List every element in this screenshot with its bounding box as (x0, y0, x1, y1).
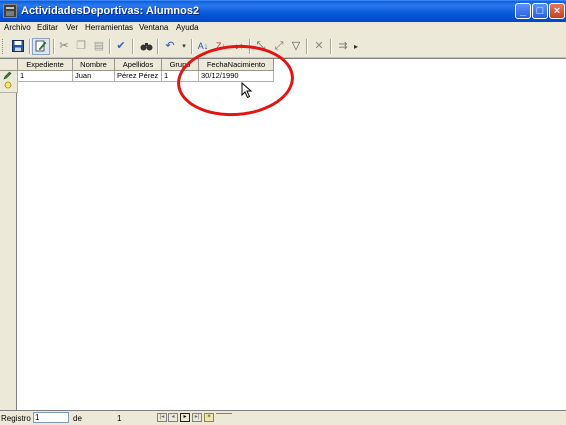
standard-filter-icon[interactable]: ⤢ (270, 38, 288, 55)
column-header-apellidos[interactable]: Apellidos (115, 59, 162, 71)
sort-icon[interactable]: ↓↑ (230, 38, 248, 55)
previous-record-button[interactable]: ◂ (168, 413, 178, 422)
mouse-cursor-icon (241, 82, 253, 99)
pencil-icon (3, 71, 12, 80)
menu-ayuda[interactable]: Ayuda (176, 23, 199, 32)
toolbar-overflow-icon[interactable]: ▸ (352, 38, 360, 55)
cut-icon[interactable]: ✂ (55, 38, 73, 55)
status-divider (216, 413, 232, 414)
column-header-expediente[interactable]: Expediente (18, 59, 73, 71)
data-to-text-icon[interactable]: ⇉ (334, 38, 352, 55)
record-number-input[interactable]: 1 (33, 412, 69, 423)
new-record-icon (4, 81, 12, 89)
copy-icon[interactable]: ❐ (72, 38, 90, 55)
next-record-button[interactable]: ▸ (180, 413, 190, 422)
row-header-column (0, 59, 17, 410)
toolbar-separator (109, 39, 111, 54)
table-cell-new[interactable] (162, 81, 199, 82)
edit-icon[interactable] (32, 38, 50, 55)
paste-icon[interactable]: ▤ (90, 38, 108, 55)
table-cell-new[interactable] (199, 81, 274, 82)
first-record-button[interactable]: |◂ (157, 413, 167, 422)
column-header-fechanacimiento[interactable]: FechaNacimiento (199, 59, 274, 71)
menu-archivo[interactable]: Archivo (4, 23, 31, 32)
toolbar-separator (29, 39, 31, 54)
find-icon[interactable] (137, 38, 155, 55)
sort-desc-icon[interactable]: Z↓ (212, 38, 230, 55)
status-bar: Registro 1 de 1 |◂ ◂ ▸ ▸| ✶ (0, 410, 566, 425)
autofilter-icon[interactable]: ⤡ (252, 38, 270, 55)
record-count: 1 (117, 414, 122, 423)
table-grid: Expediente Nombre Apellidos Grupo FechaN… (0, 58, 566, 410)
save-icon[interactable] (9, 38, 27, 55)
select-all-corner[interactable] (0, 59, 18, 71)
toolbar-separator (191, 39, 193, 54)
app-icon (3, 4, 17, 18)
menu-ventana[interactable]: Ventana (139, 23, 168, 32)
remove-filter-icon[interactable]: ✕ (310, 38, 328, 55)
spellcheck-icon[interactable]: ✔ (112, 38, 130, 55)
row-header-new[interactable] (0, 81, 18, 93)
minimize-button[interactable]: _ (515, 3, 531, 19)
maximize-button[interactable]: □ (532, 3, 548, 19)
toolbar-separator (132, 39, 134, 54)
registro-label: Registro (1, 414, 31, 423)
table-cell-new[interactable] (73, 81, 115, 82)
title-bar: ActividadesDeportivas: Alumnos2 _ □ × (0, 0, 566, 22)
column-header-grupo[interactable]: Grupo (162, 59, 199, 71)
new-record-button[interactable]: ✶ (204, 413, 214, 422)
last-record-button[interactable]: ▸| (192, 413, 202, 422)
menu-herramientas[interactable]: Herramientas (85, 23, 133, 32)
filter-icon[interactable]: ▽ (287, 38, 305, 55)
sort-asc-icon[interactable]: A↓ (194, 38, 212, 55)
toolbar-separator (306, 39, 308, 54)
toolbar-separator (157, 39, 159, 54)
toolbar-separator (330, 39, 332, 54)
column-header-nombre[interactable]: Nombre (73, 59, 115, 71)
close-button[interactable]: × (549, 3, 565, 19)
menu-ver[interactable]: Ver (66, 23, 78, 32)
menu-editar[interactable]: Editar (37, 23, 58, 32)
de-label: de (73, 414, 82, 423)
table-cell-new[interactable] (115, 81, 162, 82)
toolbar: ✂ ❐ ▤ ✔ ↶ ▾ A↓ Z↓ ↓↑ ⤡ ⤢ ▽ ✕ ⇉ ▸ (0, 36, 566, 58)
window-title: ActividadesDeportivas: Alumnos2 (21, 5, 200, 17)
toolbar-separator (249, 39, 251, 54)
toolbar-grip[interactable] (2, 39, 6, 54)
menu-bar: Archivo Editar Ver Herramientas Ventana … (0, 22, 566, 36)
table-cell-new[interactable] (18, 81, 73, 82)
